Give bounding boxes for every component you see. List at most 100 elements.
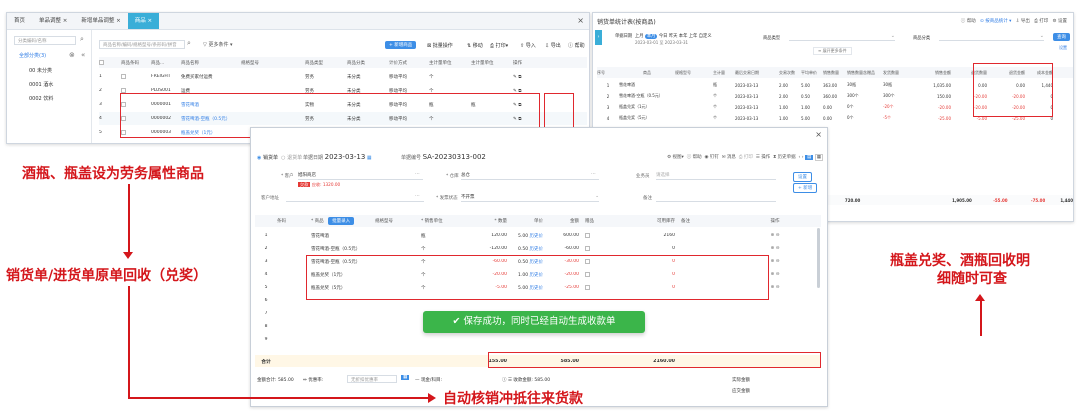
line-actions[interactable]: ⊕ ⊖	[755, 246, 795, 251]
query-button[interactable]: 查询	[1053, 33, 1070, 41]
settings-icon[interactable]: ⊗	[69, 51, 75, 59]
tab-single-adjust[interactable]: 单品调整 ×	[32, 13, 74, 29]
product-type-select[interactable]: ⌄	[789, 33, 895, 41]
date-option[interactable]: 上月	[635, 34, 644, 39]
more-filters-button[interactable]: ▽ 更多条件 ▾	[203, 41, 233, 48]
operate-button[interactable]: ☰ 操作	[756, 155, 770, 160]
table-scrollbar[interactable]	[817, 228, 820, 288]
settings-side-link[interactable]: 设置	[1059, 45, 1067, 51]
sales-qty-gift: 300个	[847, 93, 859, 98]
next-icon[interactable]: ›	[802, 155, 804, 160]
address-input[interactable]	[286, 194, 424, 202]
prev-icon[interactable]: ‹	[799, 155, 801, 160]
product-name[interactable]: 免费买家付运费	[181, 74, 241, 80]
expand-more-button[interactable]: ≡ 展开更多条件	[813, 47, 852, 55]
product-search-input[interactable]: 商品名称/编码/规格型号/条形码/拼音	[99, 40, 185, 49]
date-option-active[interactable]: 本月	[644, 34, 658, 39]
row-actions[interactable]: ✎ ⧉	[513, 74, 543, 80]
customer-input[interactable]: 旭阳商店	[298, 172, 423, 180]
settings-side-button[interactable]: 设置	[793, 172, 812, 182]
calendar-icon[interactable]: ▦	[367, 155, 372, 161]
gift-checkbox[interactable]	[585, 245, 590, 251]
line-actions[interactable]: ⊕ ⊖	[755, 233, 795, 238]
help-button[interactable]: ⓘ 帮助	[568, 42, 585, 49]
table-row[interactable]: 1 雪花啤酒 瓶 120.00 5.00 历史价 600.00 2160 ⊕ ⊖	[255, 230, 821, 241]
tab-home[interactable]: 首页	[7, 13, 32, 29]
settings-link[interactable]: ⚙ 设置	[1053, 19, 1067, 24]
import-button[interactable]: ⇪ 导入	[520, 42, 536, 49]
line-product[interactable]: 雪花啤酒	[311, 233, 375, 239]
message-button[interactable]: ✉ 消息	[722, 155, 736, 160]
order-date-field[interactable]: 单据日期 2023-03-13 ▦	[303, 153, 372, 161]
collapse-icon[interactable]: «	[81, 51, 85, 59]
row-checkbox[interactable]	[121, 73, 126, 79]
discount-input[interactable]: 无折扣优惠率	[347, 375, 397, 383]
sale-radio[interactable]: ◉ 销货单	[257, 155, 278, 161]
warehouse-more-icon[interactable]: ···	[591, 171, 596, 177]
table-row[interactable]: 9	[255, 334, 821, 345]
table-row[interactable]: 1 FREIGHT 免费买家付运费 劳务 未分类 移动平均 个 ✎ ⧉	[99, 70, 587, 83]
unit: 个	[713, 93, 717, 98]
search-icon[interactable]: ⌕	[187, 39, 191, 48]
view-button[interactable]: ⚙ 视图▾	[667, 155, 684, 160]
tree-item[interactable]: 0002 饮料	[29, 95, 53, 102]
line-qty[interactable]: -120.00	[473, 246, 507, 251]
line-qty[interactable]: 120.00	[473, 233, 507, 238]
invoice-select[interactable]: 不开票 ⌄	[461, 194, 599, 202]
history-button[interactable]: ⧗ 历史单据	[773, 155, 796, 160]
add-product-button[interactable]: + 新增商品	[385, 41, 417, 49]
date-option[interactable]: 上年	[689, 34, 698, 39]
tree-item[interactable]: 00 未分类	[29, 67, 52, 74]
line-unit[interactable]: 个	[421, 246, 473, 252]
history-price-tag[interactable]: 历史价	[530, 247, 544, 252]
batch-entry-button[interactable]: 批量录入	[328, 217, 355, 225]
calc-icon[interactable]: ▦	[401, 375, 410, 380]
remark-input[interactable]	[656, 194, 776, 202]
history-price-tag[interactable]: 历史价	[530, 234, 544, 239]
line-product[interactable]: 雪花啤酒-空瓶（0.5元）	[311, 246, 375, 252]
line-price[interactable]: 5.00	[518, 234, 528, 239]
row-checkbox[interactable]	[121, 87, 126, 93]
dingtalk-button[interactable]: ◉ 钉钉	[705, 155, 719, 160]
print-link[interactable]: ⎙ 打印	[1034, 19, 1048, 24]
help-link[interactable]: ⓘ 帮助	[961, 19, 976, 24]
print-button[interactable]: ⎙ 打印▾	[490, 42, 508, 49]
table-row[interactable]: 2 雪花啤酒-空瓶（0.5元） 个 -120.00 0.50 历史价 -60.0…	[255, 243, 821, 254]
date-option[interactable]: 自定义	[699, 34, 712, 39]
search-icon[interactable]: ⌕	[80, 35, 84, 44]
group-select[interactable]: ⊙ 按商品统计 ▾	[980, 19, 1011, 24]
date-option[interactable]: 今日	[659, 34, 668, 39]
filter-expand-handle[interactable]: ›	[595, 30, 602, 45]
return-radio[interactable]: ○ 退货单	[281, 155, 302, 161]
select-all-checkbox[interactable]	[99, 59, 104, 65]
list-view-icon[interactable]: ▤	[805, 155, 814, 160]
export-link[interactable]: ⇩ 导出	[1016, 19, 1030, 24]
line-unit[interactable]: 瓶	[421, 233, 473, 239]
category-select[interactable]: ⌄	[939, 33, 1044, 41]
warehouse-input[interactable]: 总仓	[461, 172, 599, 180]
grid-view-icon[interactable]: ▦	[814, 154, 823, 161]
close-icon[interactable]: ×	[577, 16, 584, 25]
move-button[interactable]: ⇅ 移动	[467, 42, 483, 49]
salesman-input[interactable]: 请选择	[656, 172, 776, 180]
new-side-button[interactable]: + 新增	[793, 183, 818, 193]
line-price[interactable]: 0.50	[518, 247, 528, 252]
category-search-input[interactable]: 分类编码/名称	[14, 36, 76, 45]
address-more-icon[interactable]: ···	[415, 193, 420, 199]
col-header: 规格型号	[241, 60, 259, 66]
date-range[interactable]: 2023-03-01 至 2023-03-31	[635, 40, 688, 46]
tab-new-single-adjust[interactable]: 新增单品调整 ×	[74, 13, 127, 29]
return-radio-label: 退货单	[287, 155, 303, 161]
date-option[interactable]: 昨天	[669, 34, 678, 39]
help-button[interactable]: ⓘ 帮助	[687, 155, 702, 160]
tab-product[interactable]: 商品 ×	[127, 13, 160, 29]
print-button[interactable]: ⎙ 打印	[739, 155, 753, 160]
export-button[interactable]: ⇩ 导出	[545, 42, 561, 49]
tree-item[interactable]: 0001 酒水	[29, 81, 53, 88]
date-option[interactable]: 本年	[679, 34, 688, 39]
tree-root[interactable]: 全部分类(3)	[19, 52, 46, 59]
batch-button[interactable]: ⊠ 批量操作	[427, 42, 453, 49]
close-icon[interactable]: ×	[815, 130, 822, 139]
gift-checkbox[interactable]	[585, 232, 590, 238]
customer-more-icon[interactable]: ···	[415, 171, 420, 177]
